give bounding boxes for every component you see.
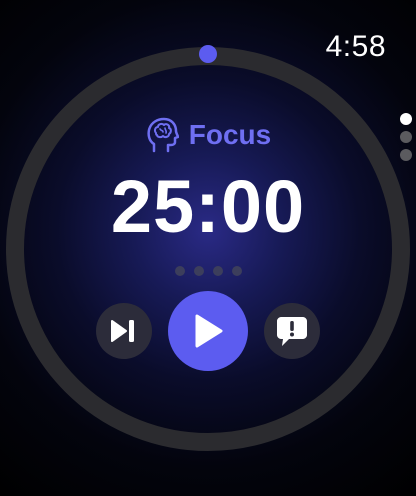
mode-label: Focus	[188, 119, 272, 150]
session-dot	[193, 266, 204, 276]
progress-ring	[6, 45, 410, 451]
timer-controls	[0, 290, 416, 372]
session-dot	[231, 266, 242, 276]
feedback-icon	[277, 317, 307, 346]
timer-display: 25:00	[110, 165, 306, 248]
progress-ring-marker[interactable]	[199, 45, 217, 63]
skip-button[interactable]	[96, 303, 152, 359]
feedback-button[interactable]	[264, 303, 320, 359]
play-button[interactable]	[168, 291, 248, 371]
play-icon	[195, 314, 223, 348]
watch-screen: 4:58 Focus 25:00	[0, 0, 416, 496]
session-dot	[212, 266, 223, 276]
status-clock: 4:58	[325, 30, 386, 63]
session-dot	[174, 266, 185, 276]
mode-header: Focus	[0, 117, 416, 153]
progress-ring-track	[6, 47, 410, 451]
brain-head-icon	[147, 117, 179, 153]
skip-forward-icon	[111, 320, 134, 342]
session-indicator	[0, 266, 416, 276]
